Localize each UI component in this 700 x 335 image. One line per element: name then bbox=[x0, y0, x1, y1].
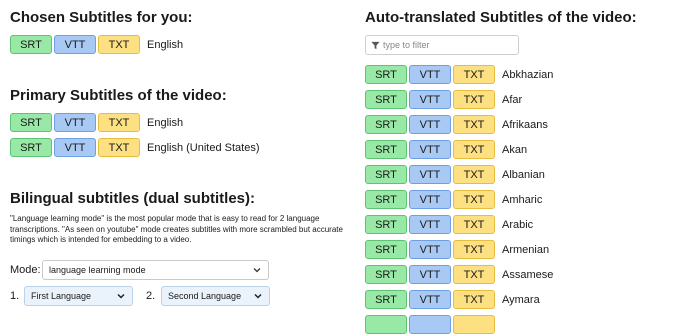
chevron-down-icon bbox=[117, 293, 125, 299]
filter-box bbox=[365, 35, 519, 55]
subtitle-row: SRT VTT TXT Afar bbox=[365, 89, 522, 110]
first-language-value: First Language bbox=[31, 291, 92, 301]
vtt-download-button[interactable]: VTT bbox=[409, 265, 451, 284]
subtitle-language-label: Abkhazian bbox=[502, 68, 554, 81]
subtitle-language-label: Albanian bbox=[502, 168, 545, 181]
subtitle-language-label: Aymara bbox=[502, 293, 540, 306]
subtitle-language-label: Akan bbox=[502, 143, 528, 156]
subtitle-row: SRT VTT TXT Aymara bbox=[365, 289, 540, 310]
filter-input[interactable] bbox=[380, 40, 513, 50]
srt-download-button[interactable]: SRT bbox=[365, 290, 407, 309]
subtitle-language-label: Amharic bbox=[502, 193, 543, 206]
txt-download-button[interactable]: TXT bbox=[453, 265, 495, 284]
txt-download-button[interactable]: TXT bbox=[453, 240, 495, 259]
vtt-download-button[interactable]: VTT bbox=[409, 140, 451, 159]
vtt-download-button[interactable]: VTT bbox=[409, 115, 451, 134]
subtitle-row: SRT VTT TXT Armenian bbox=[365, 239, 549, 260]
subtitle-row: SRT VTT TXT Albanian bbox=[365, 164, 545, 185]
srt-download-button[interactable]: SRT bbox=[10, 138, 52, 157]
subtitle-language-label: English bbox=[147, 38, 184, 51]
vtt-download-button[interactable]: VTT bbox=[409, 165, 451, 184]
vtt-download-button[interactable]: VTT bbox=[409, 65, 451, 84]
srt-download-button[interactable]: SRT bbox=[365, 265, 407, 284]
subtitle-language-label: Assamese bbox=[502, 268, 554, 281]
subtitle-language-label: Arabic bbox=[502, 218, 534, 231]
first-language-number: 1. bbox=[10, 290, 20, 302]
srt-download-button[interactable]: SRT bbox=[365, 90, 407, 109]
mode-label: Mode: bbox=[10, 264, 41, 276]
subtitle-row: SRT VTT TXT English bbox=[10, 34, 183, 55]
txt-download-button[interactable]: TXT bbox=[453, 115, 495, 134]
subtitle-language-label: Afrikaans bbox=[502, 118, 548, 131]
chevron-down-icon bbox=[253, 268, 261, 273]
subtitle-row: SRT VTT TXT Afrikaans bbox=[365, 114, 548, 135]
txt-download-button[interactable]: TXT bbox=[98, 113, 140, 132]
chosen-subtitles-heading: Chosen Subtitles for you: bbox=[10, 9, 193, 26]
second-language-select[interactable]: Second Language bbox=[161, 286, 270, 306]
srt-download-button[interactable]: SRT bbox=[365, 140, 407, 159]
second-language-number: 2. bbox=[146, 290, 156, 302]
vtt-download-button[interactable]: VTT bbox=[409, 290, 451, 309]
subtitle-language-label: Armenian bbox=[502, 243, 550, 256]
txt-download-button[interactable]: TXT bbox=[98, 138, 140, 157]
subtitle-row-partial bbox=[365, 314, 497, 335]
txt-download-button[interactable]: TXT bbox=[453, 90, 495, 109]
subtitle-row: SRT VTT TXT Abkhazian bbox=[365, 64, 553, 85]
srt-download-button[interactable]: SRT bbox=[365, 65, 407, 84]
subtitle-language-label: English (United States) bbox=[147, 141, 260, 154]
auto-translated-heading: Auto-translated Subtitles of the video: bbox=[365, 9, 637, 26]
primary-subtitles-heading: Primary Subtitles of the video: bbox=[10, 87, 227, 104]
txt-download-button[interactable]: TXT bbox=[453, 65, 495, 84]
vtt-download-button[interactable]: VTT bbox=[409, 190, 451, 209]
vtt-download-button[interactable]: VTT bbox=[54, 35, 96, 54]
txt-download-button[interactable]: TXT bbox=[453, 165, 495, 184]
txt-download-button[interactable]: TXT bbox=[453, 290, 495, 309]
srt-download-button[interactable]: SRT bbox=[365, 215, 407, 234]
chevron-down-icon bbox=[254, 293, 262, 299]
mode-select-value: language learning mode bbox=[49, 265, 146, 275]
subtitle-row: SRT VTT TXT Arabic bbox=[365, 214, 533, 235]
vtt-download-button[interactable]: VTT bbox=[54, 138, 96, 157]
srt-download-button[interactable]: SRT bbox=[10, 35, 52, 54]
txt-download-button[interactable]: TXT bbox=[98, 35, 140, 54]
txt-download-button[interactable]: TXT bbox=[453, 215, 495, 234]
subtitle-row: SRT VTT TXT Assamese bbox=[365, 264, 553, 285]
srt-download-button[interactable]: SRT bbox=[365, 165, 407, 184]
subtitle-row: SRT VTT TXT Akan bbox=[365, 139, 527, 160]
subtitle-language-label: Afar bbox=[502, 93, 523, 106]
bilingual-subtitles-heading: Bilingual subtitles (dual subtitles): bbox=[10, 190, 256, 207]
bilingual-description: "Language learning mode" is the most pop… bbox=[10, 214, 343, 244]
first-language-select[interactable]: First Language bbox=[24, 286, 133, 306]
subtitle-row: SRT VTT TXT Amharic bbox=[365, 189, 542, 210]
subtitle-row: SRT VTT TXT English (United States) bbox=[10, 137, 260, 158]
vtt-download-button[interactable]: VTT bbox=[54, 113, 96, 132]
subtitle-row: SRT VTT TXT English bbox=[10, 112, 183, 133]
srt-download-button[interactable]: SRT bbox=[10, 113, 52, 132]
srt-download-button[interactable]: SRT bbox=[365, 190, 407, 209]
txt-download-button[interactable]: TXT bbox=[453, 190, 495, 209]
filter-icon bbox=[371, 41, 380, 49]
txt-download-button[interactable]: TXT bbox=[453, 140, 495, 159]
srt-download-button[interactable]: SRT bbox=[365, 115, 407, 134]
subtitle-language-label: English bbox=[147, 116, 184, 129]
mode-select[interactable]: language learning mode bbox=[42, 260, 269, 280]
srt-download-button[interactable]: SRT bbox=[365, 240, 407, 259]
vtt-download-button[interactable]: VTT bbox=[409, 240, 451, 259]
vtt-download-button[interactable]: VTT bbox=[409, 215, 451, 234]
vtt-download-button[interactable]: VTT bbox=[409, 90, 451, 109]
second-language-value: Second Language bbox=[168, 291, 242, 301]
